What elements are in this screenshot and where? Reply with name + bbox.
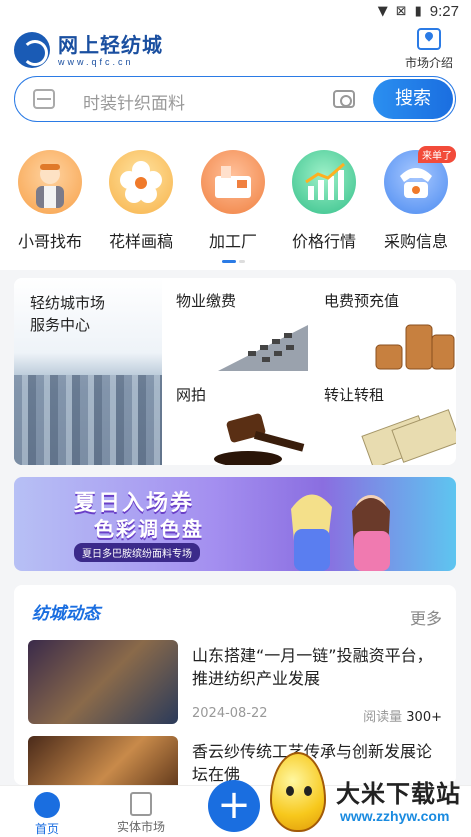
delivery-man-icon xyxy=(18,150,82,214)
service-auction[interactable]: 网拍 xyxy=(162,372,308,465)
mascot-eye xyxy=(304,786,312,796)
quick-nav-item-prices[interactable]: 价格行情 xyxy=(284,150,364,252)
coins-icon xyxy=(375,324,455,370)
publish-plus-button[interactable]: + xyxy=(208,780,260,832)
status-icons: ▼ ⊠ ▮ 9:27 xyxy=(378,3,459,20)
news-section-title: 纺城动态 xyxy=(32,604,100,624)
market-intro-button[interactable]: 市场介绍 xyxy=(405,28,453,71)
quick-nav-item-delivery[interactable]: 小哥找布 xyxy=(10,150,90,252)
promo-banner[interactable]: 夏日入场券 色彩调色盘 夏日多巴胺缤纷面料专场 xyxy=(14,477,456,571)
news-date: 2024-08-22 xyxy=(192,706,268,721)
phone-icon: 来单了 xyxy=(384,146,456,214)
service-grid: 轻纺城市场 服务中心 物业缴费 电费预充值 网拍 转让转租 xyxy=(14,278,456,465)
battery-icon: ▮ xyxy=(414,4,422,19)
flower-icon xyxy=(109,150,173,214)
market-service-center[interactable]: 轻纺城市场 服务中心 xyxy=(14,278,162,465)
no-sim-icon: ⊠ xyxy=(395,4,407,19)
quick-nav-item-factory[interactable]: 加工厂 xyxy=(193,150,273,252)
service-title: 物业缴费 xyxy=(176,292,237,310)
watermark: 大米下载站 www.zzhyw.com xyxy=(270,752,471,837)
header: 网上轻纺城 www.qfc.cn 市场介绍 xyxy=(0,26,471,76)
quick-nav-label: 花样画稿 xyxy=(108,232,173,251)
search-button[interactable]: 搜索 xyxy=(373,79,453,119)
page-dot-active xyxy=(222,260,236,263)
market-intro-label: 市场介绍 xyxy=(404,56,453,70)
status-time: 9:27 xyxy=(429,3,459,20)
gavel-icon xyxy=(214,413,305,465)
banknotes-icon xyxy=(361,409,456,465)
service-transfer-lease[interactable]: 转让转租 xyxy=(310,372,456,465)
news-more-link[interactable]: 更多 xyxy=(410,605,442,629)
wifi-icon: ▼ xyxy=(377,4,388,19)
news-views-count: 300+ xyxy=(406,710,442,725)
logo-icon xyxy=(14,32,50,68)
banner-models-image xyxy=(291,494,390,571)
search-input[interactable]: 时装针织面料 搜索 xyxy=(14,76,456,122)
banner-subtitle: 色彩调色盘 xyxy=(94,517,204,541)
camera-icon[interactable] xyxy=(333,90,355,108)
logo[interactable]: 网上轻纺城 www.qfc.cn xyxy=(14,32,163,68)
service-title: 转让转租 xyxy=(324,386,385,404)
scan-icon[interactable] xyxy=(33,89,55,109)
page-dot xyxy=(239,260,245,263)
factory-icon xyxy=(201,150,265,214)
new-order-badge: 来单了 xyxy=(418,146,456,163)
news-thumbnail xyxy=(28,736,178,785)
map-pin-icon xyxy=(416,28,441,50)
page-indicator xyxy=(222,260,245,263)
quick-nav-item-purchase[interactable]: 来单了 采购信息 xyxy=(376,146,456,252)
logo-title: 网上轻纺城 xyxy=(58,32,163,57)
news-headline: 山东搭建“一月一链”投融资平台，推进纺织产业发展 xyxy=(192,646,433,688)
logo-url: www.qfc.cn xyxy=(58,56,134,67)
news-views: 阅读量 300+ xyxy=(363,706,442,725)
watermark-name: 大米下载站 xyxy=(336,780,461,808)
quick-nav-item-patterns[interactable]: 花样画稿 xyxy=(101,150,181,252)
tab-home[interactable]: 首页 xyxy=(12,792,82,837)
news-thumbnail xyxy=(28,640,178,724)
banner-tagline: 夏日多巴胺缤纷面料专场 xyxy=(74,543,200,562)
tab-market-label: 实体市场 xyxy=(116,820,165,834)
city-photo xyxy=(14,375,162,465)
service-property-fee[interactable]: 物业缴费 xyxy=(162,278,308,371)
mascot-eye xyxy=(286,786,294,796)
service-electric-recharge[interactable]: 电费预充值 xyxy=(310,278,456,371)
search-placeholder: 时装针织面料 xyxy=(83,94,185,114)
tab-market[interactable]: 实体市场 xyxy=(106,792,176,835)
tab-home-label: 首页 xyxy=(34,822,59,836)
quick-nav-label: 加工厂 xyxy=(208,232,257,251)
market-service-center-title: 轻纺城市场 服务中心 xyxy=(30,294,106,334)
news-views-label: 阅读量 xyxy=(363,710,403,725)
calculator-icon xyxy=(218,325,308,371)
mascot-egg-logo xyxy=(270,752,326,832)
watermark-url: www.zzhyw.com xyxy=(340,808,450,824)
quick-nav-label: 小哥找布 xyxy=(17,232,82,251)
quick-nav-label: 价格行情 xyxy=(291,232,356,251)
quick-nav-label: 采购信息 xyxy=(383,232,448,251)
quick-nav: 小哥找布 花样画稿 加工厂 价格行情 来单了 采购信息 xyxy=(0,128,471,270)
search-bar: 时装针织面料 搜索 xyxy=(0,76,471,128)
home-icon xyxy=(34,792,60,818)
chart-icon xyxy=(292,150,356,214)
building-icon xyxy=(130,792,152,816)
news-item[interactable]: 山东搭建“一月一链”投融资平台，推进纺织产业发展 2024-08-22 阅读量 … xyxy=(28,640,442,732)
status-bar: ▼ ⊠ ▮ 9:27 xyxy=(0,0,471,26)
